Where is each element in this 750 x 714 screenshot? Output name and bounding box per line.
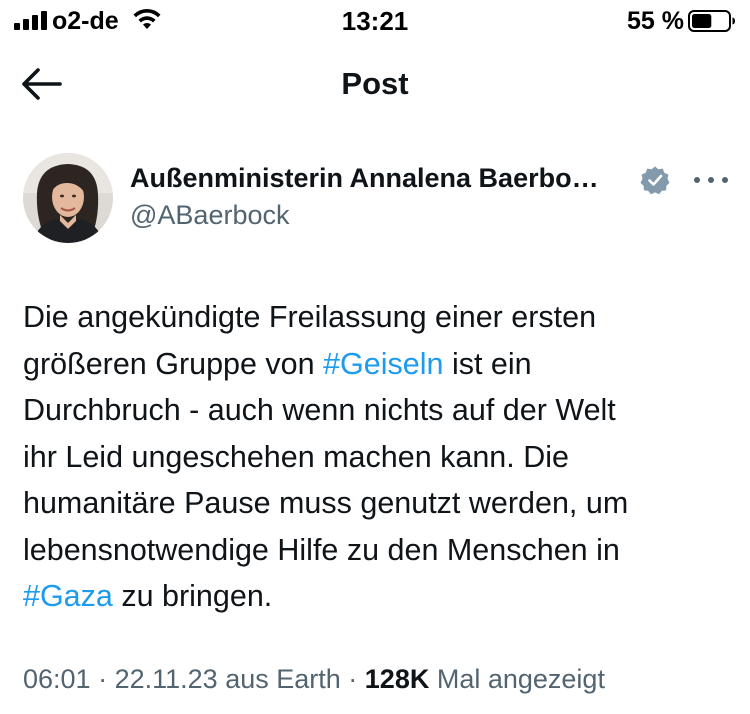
tweet-line: humanitäre Pause muss genutzt werden, um bbox=[23, 480, 728, 527]
verified-badge-icon bbox=[640, 166, 670, 195]
tweet-text-segment: größeren Gruppe von bbox=[23, 346, 324, 381]
tweet-text-segment: Durchbruch - auch wenn nichts auf der We… bbox=[23, 393, 616, 427]
hashtag-link-geiseln[interactable]: #Geiseln bbox=[323, 347, 443, 381]
more-options-icon[interactable] bbox=[690, 168, 732, 192]
author-handle[interactable]: @ABaerbock bbox=[130, 200, 289, 231]
tweet-text-segment: zu bringen. bbox=[112, 579, 273, 613]
tweet-text-segment: ist ein bbox=[443, 346, 532, 381]
tweet-text-segment: Die angekündigte Freilassung einer erste… bbox=[23, 300, 597, 334]
meta-separator: · bbox=[340, 664, 365, 694]
post-meta: 06:01 · 22.11.23 aus Earth · 128K Mal an… bbox=[23, 664, 605, 695]
post-header: Post bbox=[0, 50, 750, 120]
meta-separator: · bbox=[90, 664, 115, 694]
battery-icon bbox=[688, 10, 735, 32]
tweet-line: Die angekündigte Freilassung einer erste… bbox=[23, 294, 728, 341]
views-count[interactable]: 128K bbox=[365, 664, 430, 694]
tweet-text-segment: ihr Leid ungeschehen machen kann. Die bbox=[23, 439, 569, 474]
tweet-text-segment: humanitäre Pause muss genutzt werden, um bbox=[23, 486, 629, 520]
page-title: Post bbox=[341, 66, 409, 101]
tweet-text: Die angekündigte Freilassung einer erste… bbox=[23, 294, 728, 620]
author-name[interactable]: Außenministerin Annalena Baerbo… bbox=[130, 163, 599, 194]
tweet-text-segment: lebensnotwendige Hilfe zu den Menschen i… bbox=[23, 532, 620, 567]
post-source: aus Earth bbox=[225, 664, 341, 694]
tweet-line: Durchbruch - auch wenn nichts auf der We… bbox=[23, 387, 728, 434]
hashtag-link-gaza[interactable]: #Gaza bbox=[23, 579, 113, 613]
tweet-line: lebensnotwendige Hilfe zu den Menschen i… bbox=[23, 527, 728, 574]
post-time[interactable]: 06:01 bbox=[23, 664, 91, 694]
status-bar: o2-de 13:21 55 % bbox=[0, 0, 750, 44]
tweet-line: größeren Gruppe von #Geiseln ist ein bbox=[23, 341, 728, 388]
tweet-line: #Gaza zu bringen. bbox=[23, 573, 728, 620]
tweet-line: ihr Leid ungeschehen machen kann. Die bbox=[23, 434, 728, 481]
battery-percent: 55 % bbox=[627, 7, 684, 35]
post-date[interactable]: 22.11.23 bbox=[115, 664, 218, 694]
avatar[interactable] bbox=[23, 153, 113, 243]
views-label: Mal angezeigt bbox=[436, 664, 605, 694]
